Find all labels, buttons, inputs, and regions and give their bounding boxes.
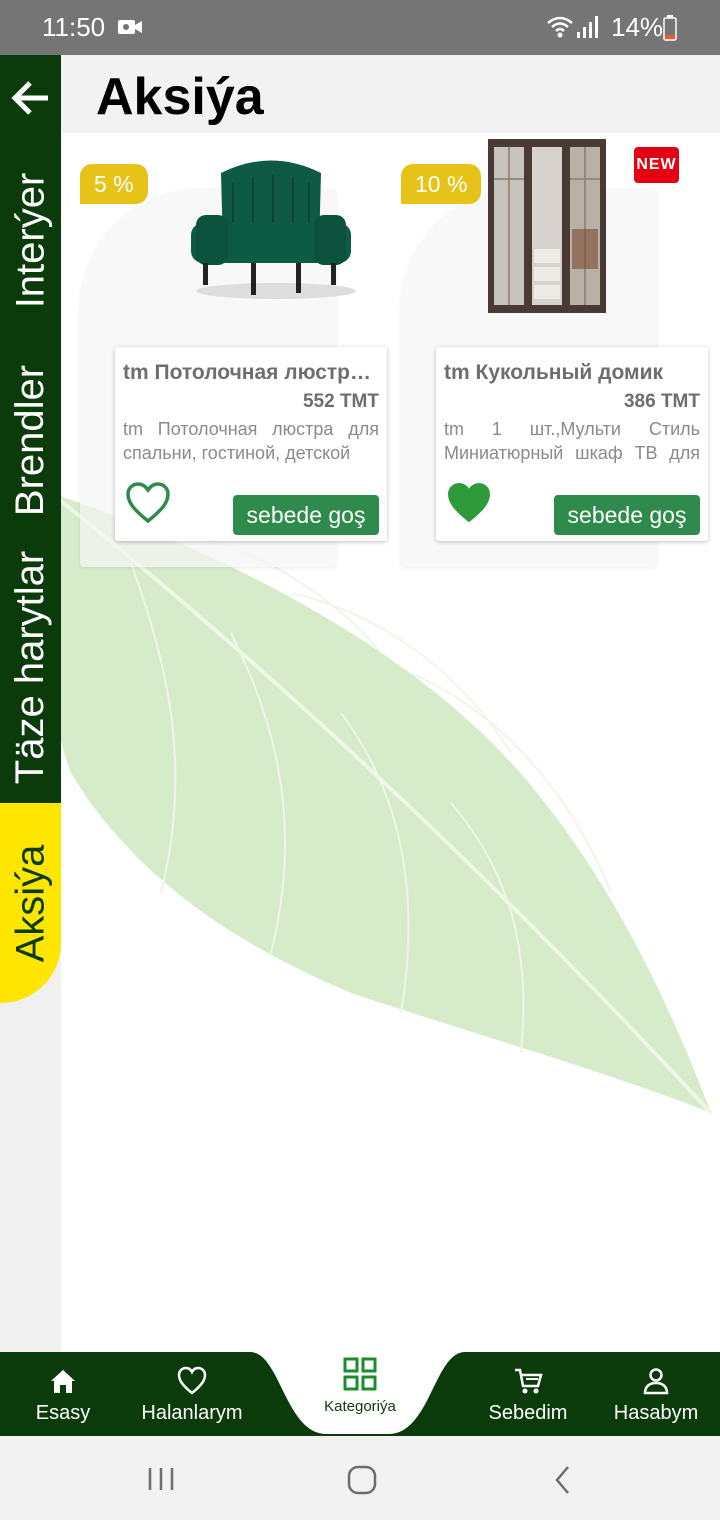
- sidebar-tab-label: Aksiýa: [8, 844, 52, 962]
- discount-badge: 10 %: [401, 164, 482, 204]
- wifi-icon: [547, 16, 573, 38]
- nav-item-account[interactable]: Hasabym: [606, 1352, 706, 1436]
- product-description: tm Потолочная люстра для спальни, гостин…: [123, 419, 379, 463]
- sidebar-tab-label: Täze harytlar: [8, 550, 53, 785]
- product-price: 386 TMT: [623, 391, 700, 412]
- user-icon: [643, 1368, 669, 1395]
- armchair-product-image[interactable]: [181, 153, 361, 305]
- sidebar-tab-interyer[interactable]: Interýer: [0, 155, 61, 325]
- nav-item-categories[interactable]: Kategoriýa: [305, 1352, 415, 1436]
- home-icon: [51, 1370, 75, 1393]
- new-badge: NEW: [634, 147, 679, 183]
- add-to-cart-button[interactable]: sebede goş: [554, 495, 700, 535]
- nav-label: Sebedim: [488, 1402, 568, 1424]
- nav-label: Halanlarym: [141, 1402, 243, 1424]
- battery-percent: 14%: [611, 12, 664, 42]
- bottom-navigation: Esasy Halanlarym Kategoriýa Sebedim Hasa…: [0, 1352, 720, 1436]
- signal-icon: [577, 16, 598, 38]
- cart-icon: [515, 1368, 543, 1394]
- nav-label: Hasabym: [613, 1402, 699, 1424]
- product-price: 552 TMT: [302, 391, 379, 412]
- nav-label: Kategoriýa: [324, 1398, 396, 1415]
- heart-outline-icon[interactable]: [125, 481, 171, 525]
- product-info-panel: tm Потолочная люстра для спальни 552 TMT…: [115, 347, 387, 541]
- sidebar-tab-brendler[interactable]: Brendler: [0, 355, 61, 525]
- video-camera-icon: [118, 20, 142, 34]
- page-header: Aksiýa: [61, 55, 720, 133]
- recent-apps-icon[interactable]: [147, 1466, 175, 1492]
- sidebar-tab-aksiya[interactable]: Aksiýa: [0, 803, 61, 1003]
- grid-icon: [343, 1357, 377, 1391]
- nav-item-home[interactable]: Esasy: [18, 1352, 108, 1436]
- wardrobe-product-image[interactable]: [488, 139, 606, 313]
- system-navigation-bar: [0, 1436, 720, 1520]
- sidebar-tab-label: Brendler: [8, 364, 53, 516]
- nav-item-cart[interactable]: Sebedim: [478, 1352, 578, 1436]
- nav-item-favorites[interactable]: Halanlarym: [132, 1352, 252, 1436]
- heart-icon: [177, 1366, 207, 1395]
- product-description: tm 1 шт.,Мульти Стиль Миниатюрный шкаф Т…: [444, 419, 700, 463]
- product-name[interactable]: tm Кукольный домик: [444, 361, 700, 385]
- discount-badge: 5 %: [80, 164, 148, 204]
- home-circle-icon[interactable]: [346, 1464, 378, 1496]
- nav-label: Esasy: [35, 1402, 91, 1424]
- status-time: 11:50: [42, 12, 106, 42]
- product-grid: 5 % tm Потолочная люстра для спальни 552…: [61, 133, 720, 1352]
- product-name[interactable]: tm Потолочная люстра для спальни: [123, 361, 379, 385]
- product-info-panel: tm Кукольный домик 386 TMT tm 1 шт.,Муль…: [436, 347, 708, 541]
- category-sidebar: Interýer Brendler Täze harytlar Aksiýa: [0, 55, 61, 1352]
- leaf-background-image: [61, 496, 713, 1115]
- back-chevron-icon[interactable]: [552, 1464, 574, 1496]
- status-bar: 11:50 14%: [0, 0, 720, 55]
- sidebar-tab-taze-harytlar[interactable]: Täze harytlar: [0, 550, 61, 785]
- back-arrow-icon[interactable]: [8, 75, 54, 121]
- sidebar-tab-label: Interýer: [8, 172, 53, 308]
- battery-icon: [663, 15, 677, 41]
- page-title: Aksiýa: [96, 68, 264, 126]
- heart-filled-icon[interactable]: [446, 481, 492, 525]
- add-to-cart-button[interactable]: sebede goş: [233, 495, 379, 535]
